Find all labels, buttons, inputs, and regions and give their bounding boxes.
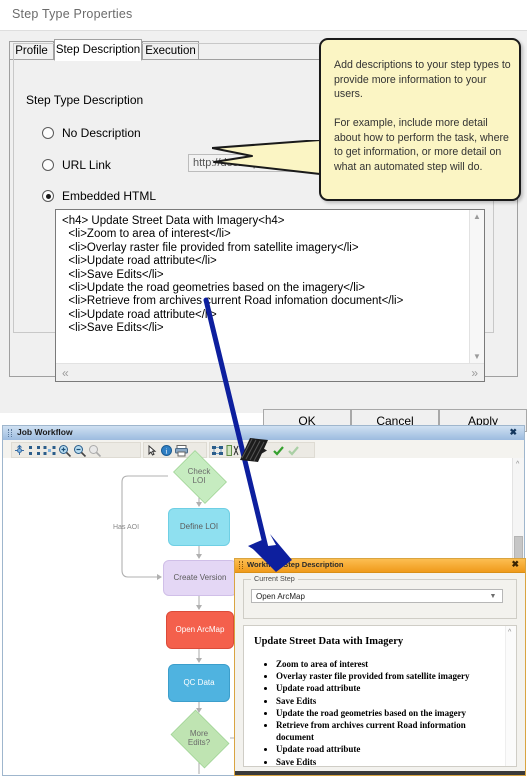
scroll-up-icon[interactable]: ▲	[473, 213, 481, 221]
wsd-titlebar: Workflow Step Description ✖	[235, 559, 525, 573]
drag-grip-icon[interactable]	[8, 429, 12, 437]
workflow-node-more-edits[interactable]: More Edits?	[166, 709, 232, 769]
node-label: Define LOI	[179, 522, 219, 532]
dialog-titlebar: Step Type Properties	[0, 0, 527, 30]
scroll-left-icon[interactable]: «	[56, 366, 75, 380]
description-heading: Update Street Data with Imagery	[254, 636, 404, 647]
radio-option-embedded-html[interactable]: Embedded HTML	[42, 189, 156, 203]
list-item: Retrieve from archives current Road info…	[276, 719, 500, 743]
scroll-up-icon[interactable]: ^	[516, 461, 519, 468]
zoom-previous-icon[interactable]	[87, 444, 102, 457]
radio-label: Embedded HTML	[62, 189, 157, 203]
radio-label: URL Link	[62, 158, 111, 172]
step-description-content: Update Street Data with Imagery Zoom to …	[243, 625, 517, 767]
zoom-extent-icon[interactable]	[27, 444, 42, 457]
scroll-down-icon[interactable]: ▼	[473, 353, 481, 361]
close-icon[interactable]: ✖	[511, 559, 519, 570]
list-item: Save Edits	[276, 695, 500, 707]
connector-mark	[240, 438, 268, 462]
job-workflow-title: Job Workflow	[17, 427, 73, 437]
group-legend: Step Type Description	[22, 93, 148, 107]
callout-tooltip: Add descriptions to your step types to p…	[319, 38, 521, 201]
node-label: More Edits?	[187, 728, 211, 748]
select-pointer-icon[interactable]	[144, 444, 159, 457]
pan-icon[interactable]	[12, 444, 27, 457]
node-label: QC Data	[183, 678, 215, 688]
editor-horizontal-scrollbar[interactable]: « »	[56, 363, 484, 381]
screenshot-root: Step Type Properties Profile Step Descri…	[0, 0, 527, 776]
toolbar-group-navigation	[11, 442, 141, 458]
radio-indicator	[42, 159, 54, 171]
wsd-title: Workflow Step Description	[247, 560, 344, 569]
workflow-node-open-arcmap[interactable]: Open ArcMap	[166, 611, 234, 649]
scroll-right-icon[interactable]: »	[465, 366, 484, 380]
zoom-out-icon[interactable]	[72, 444, 87, 457]
drag-grip-icon[interactable]	[239, 561, 243, 569]
zoom-in-icon[interactable]	[57, 444, 72, 457]
callout-text: Add descriptions to your step types to p…	[334, 59, 511, 173]
node-label: Open ArcMap	[175, 625, 225, 635]
list-item: Zoom to area of interest	[276, 658, 500, 670]
scroll-up-icon[interactable]: ^	[508, 629, 511, 636]
list-item: Update the road geometries based on the …	[276, 707, 500, 719]
radio-label: No Description	[62, 126, 141, 140]
edge-label-has-aoi: Has AOI	[113, 524, 140, 531]
close-icon[interactable]: ✖	[509, 427, 517, 438]
radio-indicator	[42, 127, 54, 139]
workflow-node-define-loi[interactable]: Define LOI	[168, 508, 230, 546]
description-list: Zoom to area of interest Overlay raster …	[262, 658, 500, 766]
list-item: Save Edits	[276, 756, 500, 766]
svg-text:i: i	[166, 447, 168, 455]
tab-step-description[interactable]: Step Description	[54, 39, 142, 61]
mark-complete-all-icon[interactable]	[286, 444, 301, 457]
callout-tail	[212, 140, 321, 175]
panel-bottom-bar	[235, 771, 525, 775]
list-item: Update road attribute	[276, 743, 500, 755]
current-step-value: Open ArcMap	[256, 591, 305, 601]
embedded-html-text[interactable]: <h4> Update Street Data with Imagery<h4>…	[56, 210, 484, 364]
embedded-html-editor[interactable]: <h4> Update Street Data with Imagery<h4>…	[55, 209, 485, 382]
current-step-legend: Current Step	[251, 574, 298, 583]
workflow-node-check-loi[interactable]: Check LOI	[168, 450, 230, 504]
radio-option-url-link[interactable]: URL Link	[42, 158, 111, 172]
node-label: Check LOI	[187, 466, 211, 486]
radio-option-no-description[interactable]: No Description	[42, 126, 141, 140]
radio-indicator	[42, 190, 54, 202]
description-scrollbar[interactable]: ^	[505, 626, 516, 766]
page-title: Step Type Properties	[12, 7, 133, 21]
fit-page-icon[interactable]	[42, 444, 57, 457]
node-label: Create Version	[173, 573, 227, 583]
workflow-node-create-version[interactable]: Create Version	[163, 560, 237, 596]
list-item: Overlay raster file provided from satell…	[276, 670, 500, 682]
workflow-node-qc-data[interactable]: QC Data	[168, 664, 230, 702]
list-item: Update road attribute	[276, 682, 500, 694]
current-step-dropdown[interactable]: Open ArcMap ▼	[251, 589, 503, 603]
chevron-down-icon[interactable]: ▼	[486, 592, 500, 601]
editor-vertical-scrollbar[interactable]: ▲ ▼	[469, 210, 484, 364]
workflow-step-description-panel: Workflow Step Description ✖ Current Step…	[234, 558, 526, 776]
